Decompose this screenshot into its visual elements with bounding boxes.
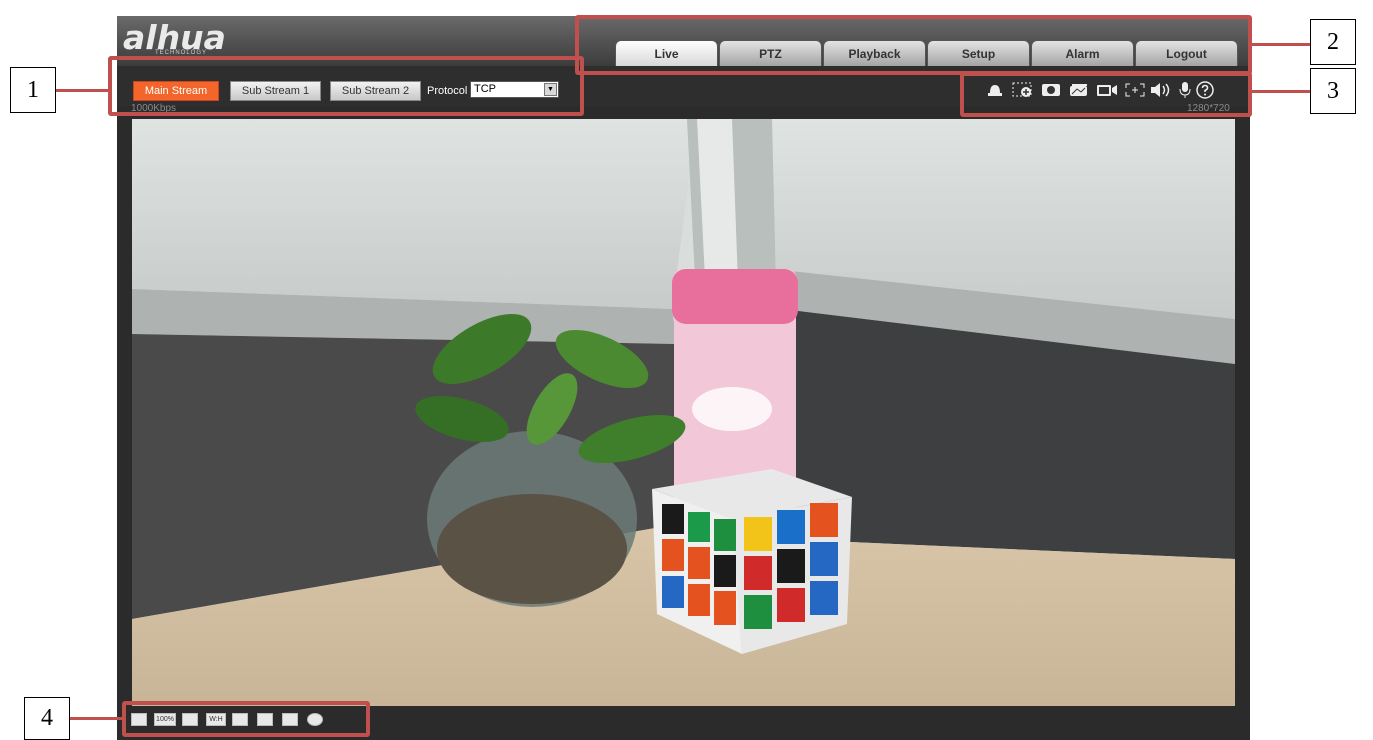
callout-number-3: 3	[1310, 68, 1356, 114]
web-client-window: alhua TECHNOLOGY Live PTZ Playback Setup…	[117, 16, 1250, 740]
video-frame-image	[132, 119, 1235, 706]
annotation-region-2	[575, 15, 1252, 75]
annotation-connector-2	[1250, 43, 1310, 46]
annotation-connector-3	[1250, 90, 1310, 93]
callout-number-2: 2	[1310, 19, 1356, 65]
annotation-region-1	[108, 56, 584, 116]
annotation-region-3	[960, 72, 1252, 117]
annotation-connector-1	[56, 89, 110, 92]
callout-number-4: 4	[24, 697, 70, 740]
callout-number-1: 1	[10, 67, 56, 113]
annotation-region-4	[122, 701, 370, 737]
live-video-view[interactable]	[132, 119, 1235, 706]
annotation-connector-4	[70, 717, 124, 720]
